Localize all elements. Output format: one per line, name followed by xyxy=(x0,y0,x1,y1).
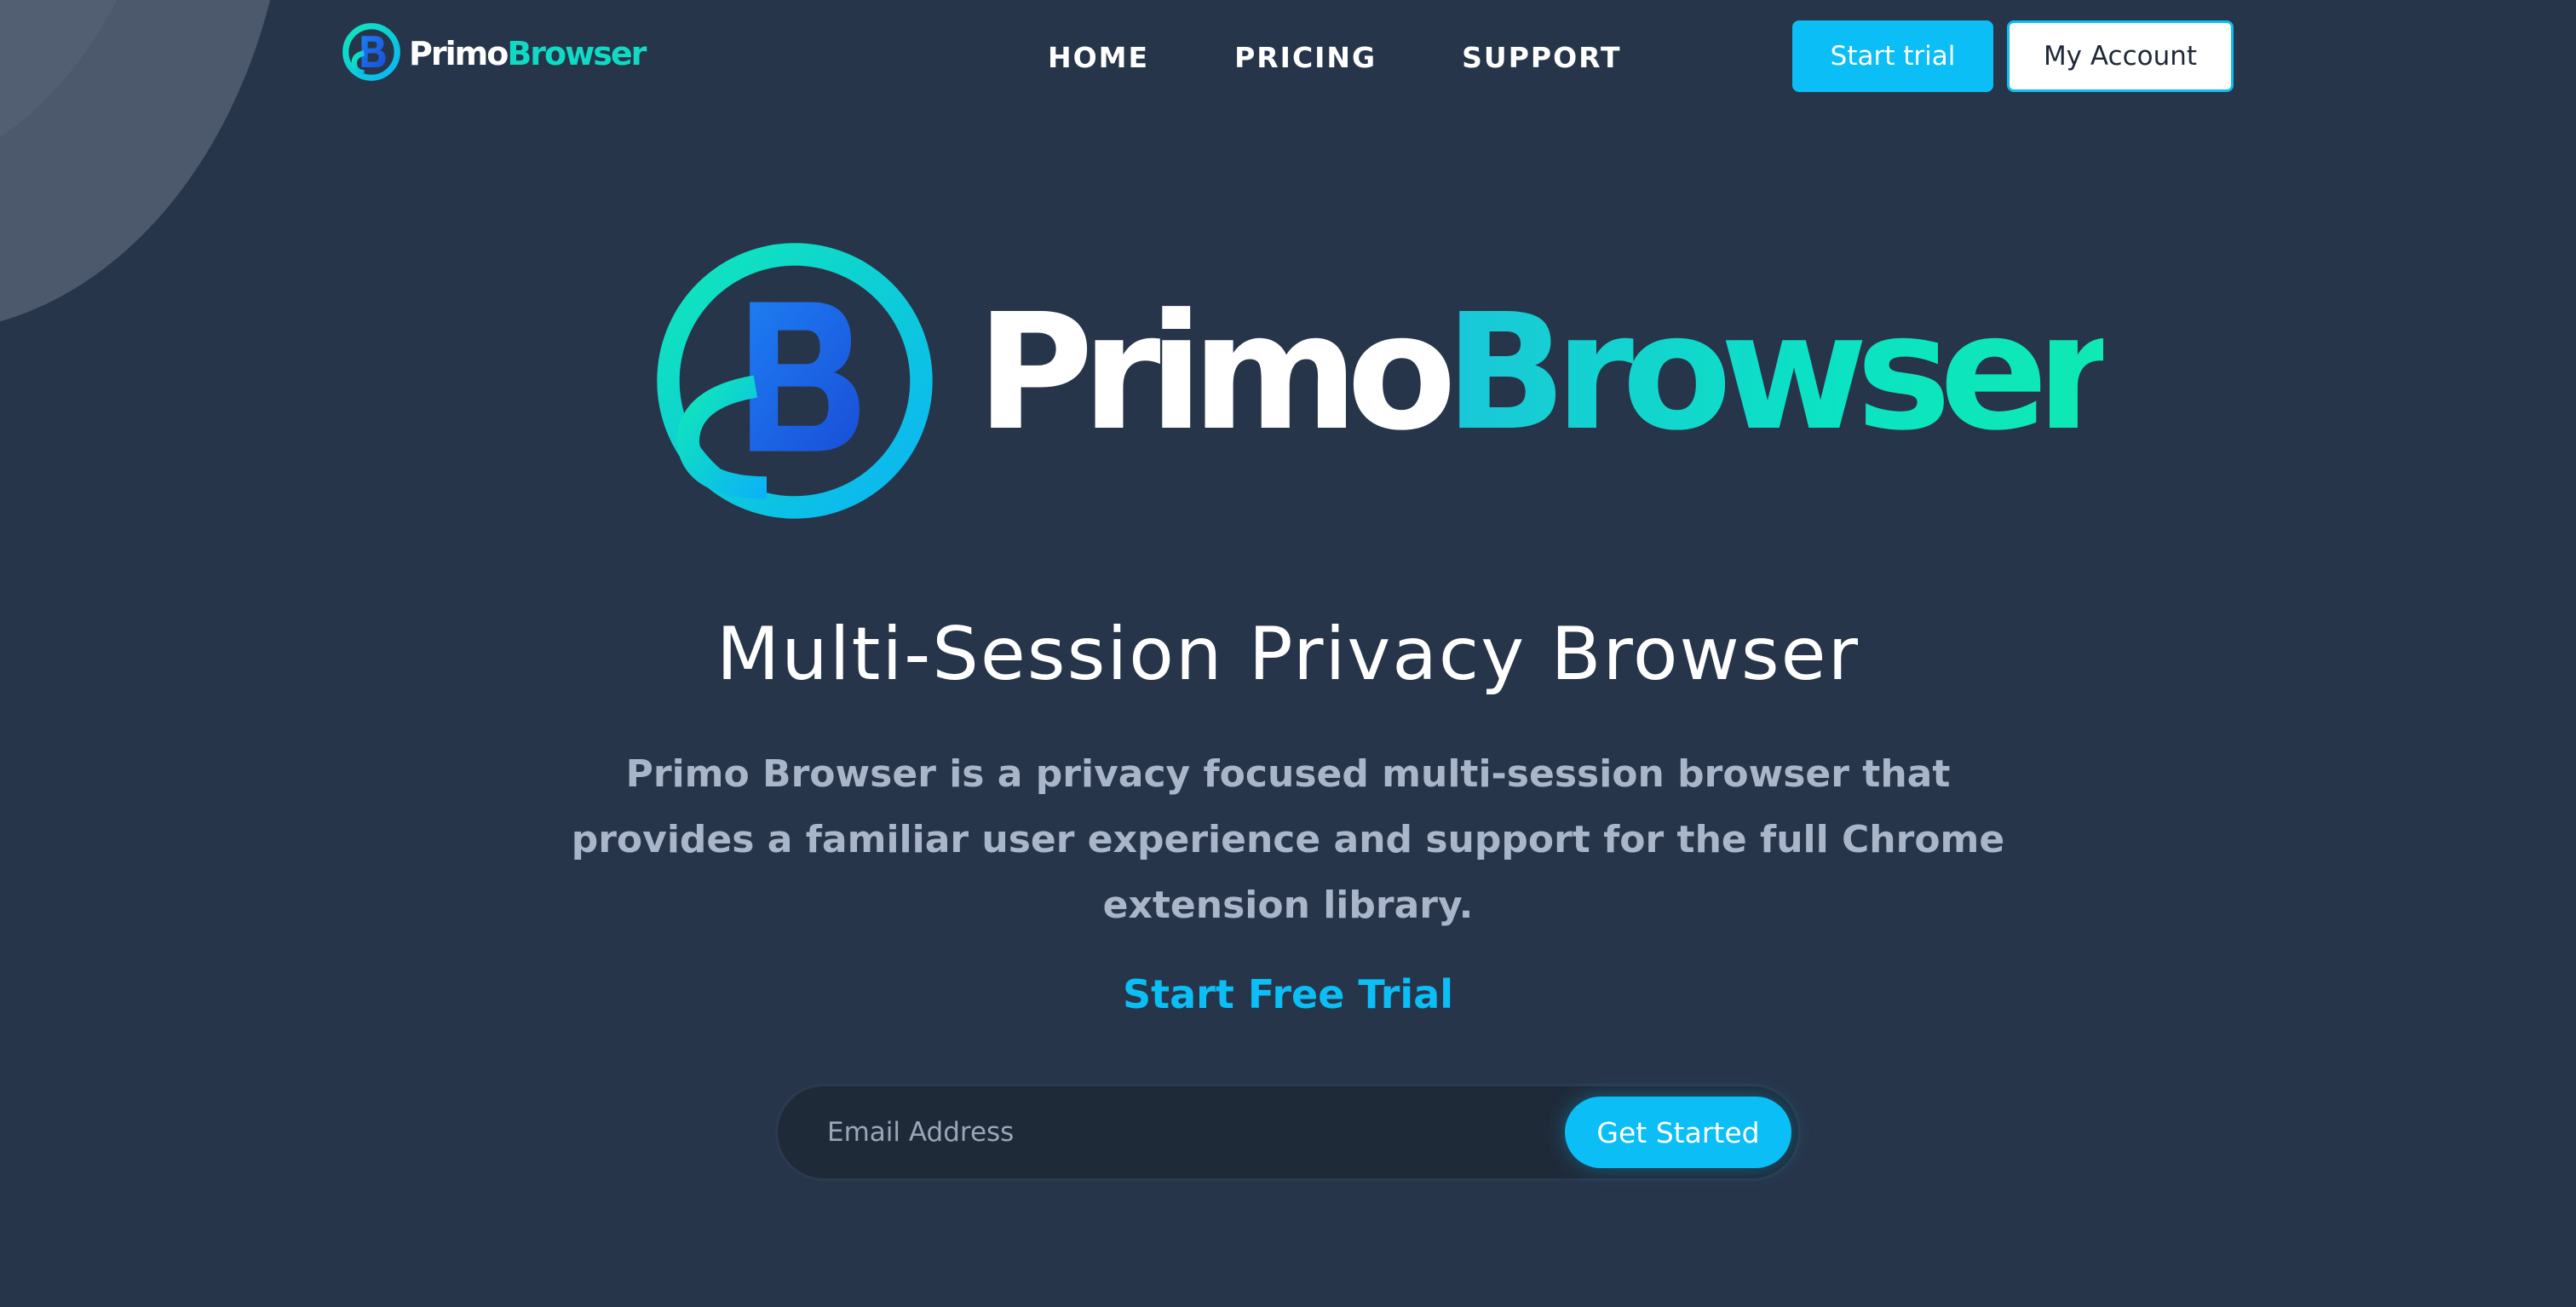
hero-wordmark: PrimoBrowser xyxy=(976,288,2115,458)
nav-support-link[interactable]: SUPPORT xyxy=(1419,37,1664,78)
email-field[interactable] xyxy=(827,1103,1475,1161)
hero-brand-part2: Browser xyxy=(1445,279,2115,466)
primo-b-logo-icon xyxy=(654,240,935,525)
hero-brand-part1: Primo xyxy=(976,279,1457,466)
my-account-button[interactable]: My Account xyxy=(2007,20,2234,92)
nav-home-link[interactable]: HOME xyxy=(1005,37,1192,78)
start-trial-button[interactable]: Start trial xyxy=(1792,20,1993,92)
signup-form: Get Started xyxy=(775,1084,1801,1181)
header-wordmark: PrimoBrowser xyxy=(409,35,647,72)
hero-logo xyxy=(654,240,935,525)
main-nav: HOME PRICING SUPPORT xyxy=(1005,37,1665,78)
primo-b-logo-icon xyxy=(341,21,402,86)
header-logo-link[interactable]: PrimoBrowser xyxy=(341,21,647,86)
hero-description: Primo Browser is a privacy focused multi… xyxy=(571,752,2005,927)
get-started-button[interactable]: Get Started xyxy=(1565,1097,1791,1168)
brand-name-part1: Primo xyxy=(409,35,509,72)
landing-page: PrimoBrowser HOME PRICING SUPPORT Start … xyxy=(0,0,2576,1307)
hero-headline: Multi-Session Privacy Browser xyxy=(716,612,1860,697)
start-free-trial-link[interactable]: Start Free Trial xyxy=(0,971,2576,1017)
brand-name-part2: Browser xyxy=(507,35,647,72)
nav-pricing-link[interactable]: PRICING xyxy=(1192,37,1419,78)
